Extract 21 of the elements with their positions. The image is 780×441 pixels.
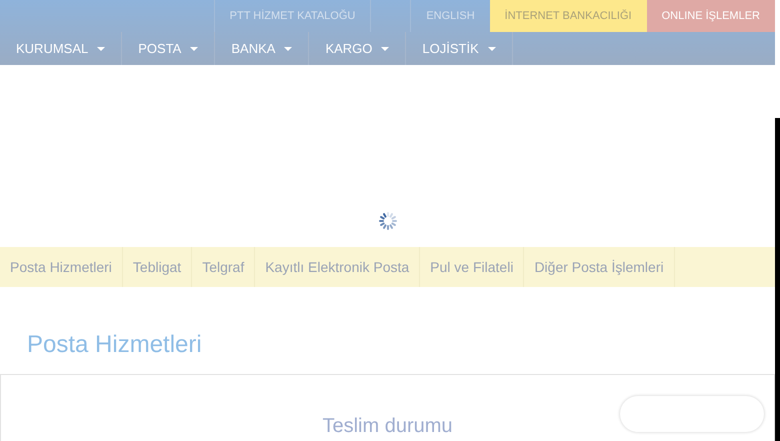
page-heading: Posta Hizmetleri xyxy=(27,331,203,360)
caret-icon xyxy=(97,46,106,50)
submenu-tab[interactable]: Telgraf xyxy=(192,247,256,287)
submenu-tab[interactable]: Posta Hizmetleri xyxy=(0,247,123,287)
menu-dropdown[interactable]: KARGO xyxy=(309,32,406,65)
caret-icon xyxy=(190,46,198,50)
top-link[interactable]: ONLINE İŞLEMLER xyxy=(646,0,775,32)
submenu-tab[interactable]: Kayıtlı Elektronik Posta xyxy=(255,247,420,287)
menu-dropdown[interactable]: POSTA xyxy=(122,32,216,65)
submenu-tab[interactable]: Diğer Posta İşlemleri xyxy=(524,247,675,287)
submenu-tab[interactable]: Pul ve Filateli xyxy=(420,247,524,287)
submenu-tab[interactable]: Tebligat xyxy=(122,247,192,287)
top-link[interactable]: İNTERNET BANKACILIĞI xyxy=(490,0,647,32)
loading-spinner-icon xyxy=(378,211,398,231)
card-title: Teslim durumu xyxy=(322,414,453,439)
caret-icon xyxy=(488,46,496,50)
caret-icon xyxy=(381,46,390,50)
caret-icon xyxy=(284,46,292,50)
menu-dropdown[interactable]: LOJİSTİK xyxy=(406,32,513,65)
menu-dropdown[interactable]: KURUMSAL xyxy=(0,32,122,65)
menu-dropdown[interactable]: BANKA xyxy=(215,32,310,65)
